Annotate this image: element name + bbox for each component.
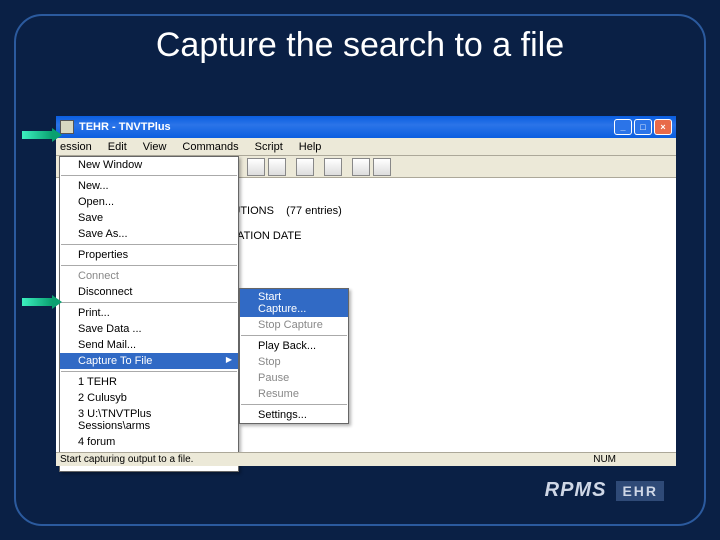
logo-rpms: RPMS [545,479,607,502]
menu-save-as[interactable]: Save As... [60,226,238,242]
toolbar-icon[interactable] [373,158,391,176]
status-text: Start capturing output to a file. [60,454,193,465]
menu-properties[interactable]: Properties [60,247,238,263]
app-window: TEHR - TNVTPlus _ □ × ession Edit View C… [56,116,676,466]
submenu-pause: Pause [240,370,348,386]
menu-open[interactable]: Open... [60,194,238,210]
statusbar: Start capturing output to a file. NUM [56,452,676,466]
callout-arrow-icon [22,294,62,306]
submenu-resume: Resume [240,386,348,402]
capture-submenu: Start Capture... Stop Capture Play Back.… [239,288,349,424]
status-num: NUM [593,454,616,465]
toolbar-icon[interactable] [247,158,265,176]
menu-session[interactable]: ession [58,140,100,154]
callout-arrow-icon [22,127,62,139]
menu-print[interactable]: Print... [60,305,238,321]
menu-save-data[interactable]: Save Data ... [60,321,238,337]
toolbar-icon[interactable] [296,158,314,176]
submenu-play-back[interactable]: Play Back... [240,338,348,354]
submenu-settings[interactable]: Settings... [240,407,348,423]
titlebar: TEHR - TNVTPlus _ □ × [56,116,676,138]
maximize-button[interactable]: □ [634,119,652,135]
menu-recent-1[interactable]: 1 TEHR [60,374,238,390]
menu-script[interactable]: Script [247,140,291,154]
toolbar-icon[interactable] [268,158,286,176]
menu-commands[interactable]: Commands [174,140,246,154]
menu-send-mail[interactable]: Send Mail... [60,337,238,353]
menu-edit[interactable]: Edit [100,140,135,154]
session-dropdown: New Window New... Open... Save Save As..… [59,156,239,472]
app-icon [60,120,74,134]
menu-recent-4[interactable]: 4 forum [60,434,238,450]
menu-new-window[interactable]: New Window [60,157,238,173]
menu-capture-to-file[interactable]: Capture To File [60,353,238,369]
toolbar-icon[interactable] [324,158,342,176]
minimize-button[interactable]: _ [614,119,632,135]
submenu-start-capture[interactable]: Start Capture... [240,289,348,317]
menu-save[interactable]: Save [60,210,238,226]
menu-recent-2[interactable]: 2 Culusyb [60,390,238,406]
menu-connect: Connect [60,268,238,284]
window-title: TEHR - TNVTPlus [79,121,614,133]
menu-help[interactable]: Help [291,140,330,154]
close-button[interactable]: × [654,119,672,135]
logo-ehr: EHR [616,481,664,501]
footer-logo: RPMS EHR [545,479,664,502]
toolbar-icon[interactable] [352,158,370,176]
menubar: ession Edit View Commands Script Help [56,138,676,156]
slide-title: Capture the search to a file [16,26,704,65]
submenu-stop-capture: Stop Capture [240,317,348,333]
menu-disconnect[interactable]: Disconnect [60,284,238,300]
menu-new[interactable]: New... [60,178,238,194]
menu-view[interactable]: View [135,140,175,154]
menu-recent-3[interactable]: 3 U:\TNVTPlus Sessions\arms [60,406,238,434]
submenu-stop: Stop [240,354,348,370]
